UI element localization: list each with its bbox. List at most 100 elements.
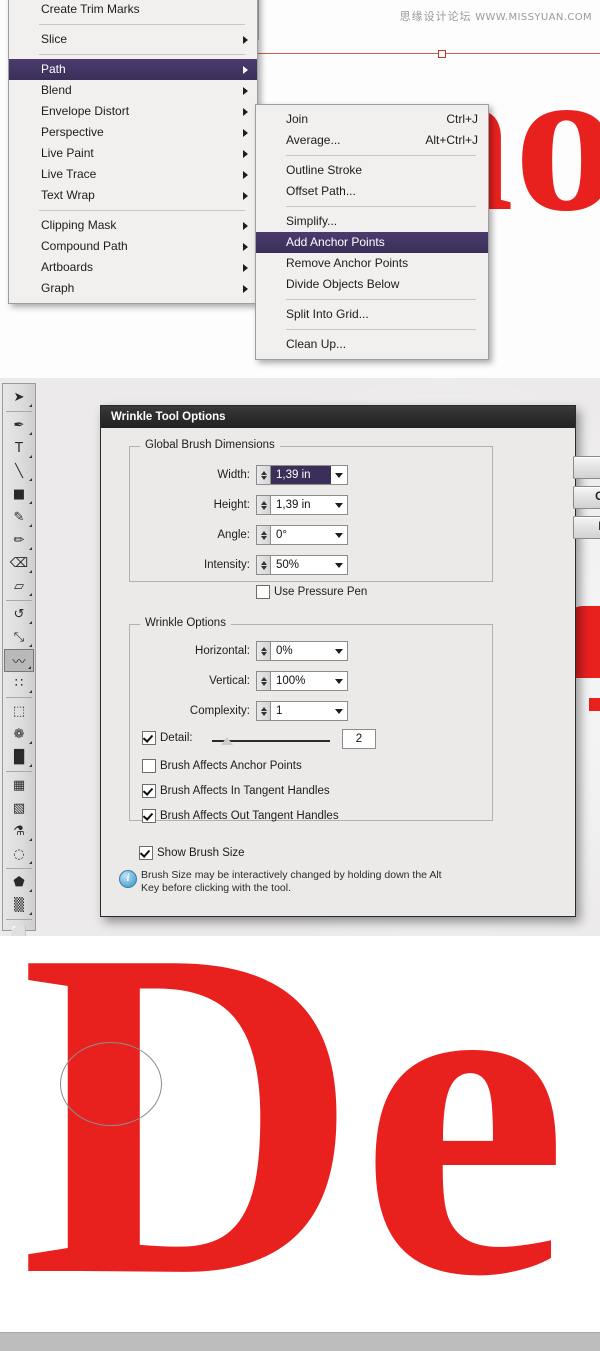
wrinkle-tool-options-dialog[interactable]: Wrinkle Tool Options Global Brush Dimens…: [100, 405, 576, 917]
horizontal-spin-buttons[interactable]: [257, 642, 271, 660]
toolbox-separator: [6, 919, 32, 920]
object-menu-item-create-trim-marks[interactable]: Create Trim Marks: [9, 0, 257, 20]
pencil-icon[interactable]: ✏: [4, 529, 34, 552]
path-menu-item-offset-path[interactable]: Offset Path...: [256, 181, 488, 202]
mesh-icon[interactable]: ▦: [4, 774, 34, 797]
object-menu-item-text-wrap[interactable]: Text Wrap: [9, 185, 257, 206]
blend-icon[interactable]: ◌: [4, 843, 34, 866]
intensity-dropdown-caret-icon[interactable]: [331, 556, 347, 574]
object-menu-item-envelope-distort[interactable]: Envelope Distort: [9, 101, 257, 122]
direct-selection-icon[interactable]: ➤: [4, 386, 34, 409]
use-pressure-pen-checkbox[interactable]: [256, 585, 270, 599]
column-graph-icon[interactable]: █: [4, 746, 34, 769]
angle-spin-buttons[interactable]: [257, 526, 271, 544]
complexity-spin-buttons[interactable]: [257, 702, 271, 720]
intensity-stepper[interactable]: 50%: [256, 555, 348, 575]
vertical-dropdown-caret-icon[interactable]: [331, 672, 347, 690]
path-menu-item-add-anchor-points[interactable]: Add Anchor Points: [256, 232, 488, 253]
scale-icon[interactable]: ⤡: [4, 626, 34, 649]
type-icon[interactable]: T: [4, 437, 34, 460]
chevron-right-icon: [243, 192, 248, 200]
object-menu-item-artboards[interactable]: Artboards: [9, 257, 257, 278]
path-submenu[interactable]: JoinCtrl+JAverage...Alt+Ctrl+J Outline St…: [255, 104, 489, 360]
vertical-value[interactable]: 100%: [271, 672, 331, 690]
detail-value-input[interactable]: 2: [342, 729, 376, 749]
object-menu[interactable]: Create Gradient Mesh...Create Object Mos…: [8, 0, 258, 304]
show-brush-size-checkbox[interactable]: [139, 846, 153, 860]
free-transform-icon[interactable]: ⬚: [4, 700, 34, 723]
paintbrush-icon[interactable]: ✎: [4, 506, 34, 529]
brush-affects-anchor-points-checkbox[interactable]: [142, 759, 156, 773]
angle-stepper[interactable]: 0°: [256, 525, 348, 545]
height-stepper[interactable]: 1,39 in: [256, 495, 348, 515]
rotate-icon[interactable]: ↺: [4, 603, 34, 626]
artboard-icon[interactable]: ⬜: [4, 922, 34, 936]
tools-panel[interactable]: ➤✒T╲■✎✏⌫▱↺⤡〰∷⬚❁█▦▧⚗◌⬟▒⬜✂✋⌕: [2, 383, 36, 931]
width-spin-buttons[interactable]: [257, 466, 271, 484]
pen-icon[interactable]: ✒: [4, 414, 34, 437]
width-value[interactable]: 1,39 in: [271, 466, 331, 484]
detail-checkbox[interactable]: [142, 731, 156, 745]
rectangle-icon[interactable]: ■: [4, 483, 34, 506]
vertical-spin-buttons[interactable]: [257, 672, 271, 690]
object-menu-item-clipping-mask[interactable]: Clipping Mask: [9, 215, 257, 236]
object-menu-item-slice[interactable]: Slice: [9, 29, 257, 50]
line-segment-icon[interactable]: ╲: [4, 460, 34, 483]
intensity-value[interactable]: 50%: [271, 556, 331, 574]
brush-affects-in-tangent-row[interactable]: Brush Affects In Tangent Handles: [142, 784, 330, 798]
detail-checkbox-row[interactable]: Detail:: [142, 731, 193, 745]
detail-slider[interactable]: [212, 731, 330, 749]
vertical-stepper[interactable]: 100%: [256, 671, 348, 691]
use-pressure-pen-row[interactable]: Use Pressure Pen: [256, 585, 367, 599]
show-brush-size-row[interactable]: Show Brush Size: [139, 846, 245, 860]
angle-value[interactable]: 0°: [271, 526, 331, 544]
bar-graph-icon[interactable]: ▒: [4, 894, 34, 917]
path-menu-item-remove-anchor-points[interactable]: Remove Anchor Points: [256, 253, 488, 274]
height-spin-buttons[interactable]: [257, 496, 271, 514]
complexity-stepper[interactable]: 1: [256, 701, 348, 721]
object-menu-item-live-trace[interactable]: Live Trace: [9, 164, 257, 185]
brush-affects-anchor-points-row[interactable]: Brush Affects Anchor Points: [142, 759, 302, 773]
symbol-sprayer-icon[interactable]: ❁: [4, 723, 34, 746]
live-paint-bucket-icon[interactable]: ⬟: [4, 871, 34, 894]
object-menu-item-path[interactable]: Path: [9, 59, 257, 80]
eyedropper-icon[interactable]: ⚗: [4, 820, 34, 843]
path-menu-item-clean-up[interactable]: Clean Up...: [256, 334, 488, 355]
brush-affects-out-tangent-row[interactable]: Brush Affects Out Tangent Handles: [142, 809, 339, 823]
height-dropdown-caret-icon[interactable]: [331, 496, 347, 514]
path-menu-item-divide-objects-below[interactable]: Divide Objects Below: [256, 274, 488, 295]
path-menu-item-join[interactable]: JoinCtrl+J: [256, 109, 488, 130]
object-menu-item-live-paint[interactable]: Live Paint: [9, 143, 257, 164]
object-menu-item-compound-path[interactable]: Compound Path: [9, 236, 257, 257]
brush-affects-out-tangent-checkbox[interactable]: [142, 809, 156, 823]
intensity-spin-buttons[interactable]: [257, 556, 271, 574]
width-dropdown-caret-icon[interactable]: [331, 466, 347, 484]
horizontal-stepper[interactable]: 0%: [256, 641, 348, 661]
path-menu-item-split-into-grid[interactable]: Split Into Grid...: [256, 304, 488, 325]
horizontal-value[interactable]: 0%: [271, 642, 331, 660]
menu-item-label: Offset Path...: [286, 184, 356, 198]
menu-item-label: Average...: [286, 133, 340, 147]
object-menu-item-perspective[interactable]: Perspective: [9, 122, 257, 143]
width-stepper[interactable]: 1,39 in: [256, 465, 348, 485]
cancel-button[interactable]: Cancel: [573, 486, 600, 509]
eraser-icon[interactable]: ▱: [4, 575, 34, 598]
wrinkle-icon[interactable]: 〰: [4, 649, 34, 672]
angle-dropdown-caret-icon[interactable]: [331, 526, 347, 544]
object-menu-item-blend[interactable]: Blend: [9, 80, 257, 101]
complexity-value[interactable]: 1: [271, 702, 331, 720]
height-value[interactable]: 1,39 in: [271, 496, 331, 514]
horizontal-dropdown-caret-icon[interactable]: [331, 642, 347, 660]
gradient-icon[interactable]: ▧: [4, 797, 34, 820]
ok-button[interactable]: OK: [573, 456, 600, 479]
object-menu-item-graph[interactable]: Graph: [9, 278, 257, 299]
path-menu-item-simplify[interactable]: Simplify...: [256, 211, 488, 232]
complexity-dropdown-caret-icon[interactable]: [331, 702, 347, 720]
shape-builder-icon[interactable]: ∷: [4, 672, 34, 695]
detail-slider-thumb[interactable]: [221, 737, 233, 745]
blob-brush-icon[interactable]: ⌫: [4, 552, 34, 575]
brush-affects-in-tangent-checkbox[interactable]: [142, 784, 156, 798]
reset-button[interactable]: Reset: [573, 516, 600, 539]
path-menu-item-average[interactable]: Average...Alt+Ctrl+J: [256, 130, 488, 151]
path-menu-item-outline-stroke[interactable]: Outline Stroke: [256, 160, 488, 181]
